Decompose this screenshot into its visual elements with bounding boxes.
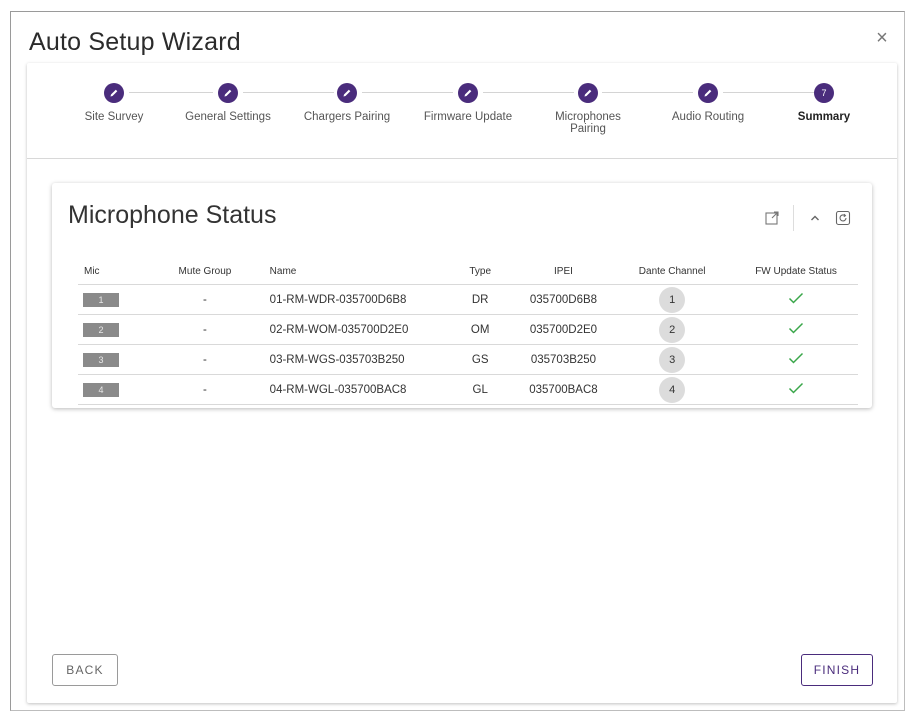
edit-icon <box>218 83 238 103</box>
dante-channel-badge: 3 <box>659 346 686 373</box>
mute-group-cell: - <box>158 314 252 345</box>
mic-number: 1 <box>83 292 119 307</box>
mic-number: 3 <box>83 352 119 367</box>
dante-channel-badge: 1 <box>659 286 686 313</box>
check-icon <box>788 382 804 397</box>
column-header: Name <box>269 265 297 277</box>
ipei-cell: 035700BAC8 <box>516 374 611 405</box>
step-number-badge: 7 <box>814 83 834 103</box>
step-label: Summary <box>797 111 851 123</box>
step-general-settings[interactable]: General Settings <box>168 83 288 123</box>
step-label: Audio Routing <box>671 111 745 123</box>
ipei-cell: 035700D2E0 <box>516 314 611 345</box>
table-row[interactable]: 4 - 04-RM-WGL-035700BAC8 GL 035700BAC8 4 <box>78 374 858 405</box>
microphone-table: Mic Mute Group Name Type IPEI Dante Chan… <box>78 258 858 405</box>
edit-icon <box>458 83 478 103</box>
step-firmware-update[interactable]: Firmware Update <box>408 83 528 123</box>
dante-channel-badge: 2 <box>659 316 686 343</box>
mic-type-cell: GL <box>443 374 517 405</box>
column-header: Mute Group <box>178 265 232 277</box>
mic-number: 2 <box>83 322 119 337</box>
check-icon <box>788 292 804 307</box>
dante-channel-badge: 4 <box>659 376 686 403</box>
toolbar-divider <box>793 205 794 231</box>
check-icon <box>788 322 804 337</box>
column-header: FW Update Status <box>755 265 837 277</box>
step-microphones-pairing[interactable]: Microphones Pairing <box>528 83 648 135</box>
table-row[interactable]: 1 - 01-RM-WDR-035700D6B8 DR 035700D6B8 1 <box>78 284 858 315</box>
dialog-title: Auto Setup Wizard <box>29 28 241 56</box>
mic-type-cell: DR <box>443 284 517 315</box>
step-number: 7 <box>821 88 827 98</box>
mic-type-cell: OM <box>443 314 517 345</box>
finish-button[interactable]: FINISH <box>801 654 873 686</box>
back-button[interactable]: BACK <box>52 654 118 686</box>
check-icon <box>788 352 804 367</box>
step-site-survey[interactable]: Site Survey <box>54 83 174 123</box>
mic-name-cell: 01-RM-WDR-035700D6B8 <box>251 284 444 315</box>
wizard-stepper: Site Survey General Settings Chargers Pa… <box>27 63 897 159</box>
mute-group-cell: - <box>158 344 252 375</box>
step-label: General Settings <box>185 111 271 123</box>
wizard-content: Site Survey General Settings Chargers Pa… <box>27 63 897 703</box>
column-header: Mic <box>84 265 100 277</box>
mic-number: 4 <box>83 382 119 397</box>
table-row[interactable]: 2 - 02-RM-WOM-035700D2E0 OM 035700D2E0 2 <box>78 314 858 345</box>
step-chargers-pairing[interactable]: Chargers Pairing <box>287 83 407 123</box>
table-row[interactable]: 3 - 03-RM-WGS-035703B250 GS 035703B250 3 <box>78 344 858 375</box>
chevron-up-icon[interactable] <box>806 209 824 227</box>
column-header: Dante Channel <box>638 265 706 277</box>
ipei-cell: 035703B250 <box>516 344 611 375</box>
step-label: Firmware Update <box>423 111 513 123</box>
mic-type-cell: GS <box>443 344 517 375</box>
step-audio-routing[interactable]: Audio Routing <box>648 83 768 123</box>
microphone-status-card: Microphone Status Mic Mute Group Name Ty… <box>52 183 872 408</box>
step-label: Microphones Pairing <box>555 111 621 135</box>
step-label: Chargers Pairing <box>303 111 391 123</box>
step-label: Site Survey <box>84 111 144 123</box>
card-title: Microphone Status <box>68 201 277 229</box>
refresh-icon[interactable] <box>834 209 852 227</box>
mic-name-cell: 04-RM-WGL-035700BAC8 <box>251 374 444 405</box>
mute-group-cell: - <box>158 374 252 405</box>
edit-icon <box>337 83 357 103</box>
card-toolbar <box>763 205 852 231</box>
edit-icon <box>698 83 718 103</box>
close-icon[interactable]: × <box>874 28 890 48</box>
step-summary[interactable]: 7 Summary <box>764 83 884 123</box>
column-header: IPEI <box>554 265 573 277</box>
ipei-cell: 035700D6B8 <box>516 284 611 315</box>
table-header-row: Mic Mute Group Name Type IPEI Dante Chan… <box>78 258 858 285</box>
edit-icon <box>104 83 124 103</box>
open-external-icon[interactable] <box>763 209 781 227</box>
edit-icon <box>578 83 598 103</box>
mic-name-cell: 03-RM-WGS-035703B250 <box>251 344 444 375</box>
column-header: Type <box>469 265 492 277</box>
mute-group-cell: - <box>158 284 252 315</box>
mic-name-cell: 02-RM-WOM-035700D2E0 <box>251 314 444 345</box>
